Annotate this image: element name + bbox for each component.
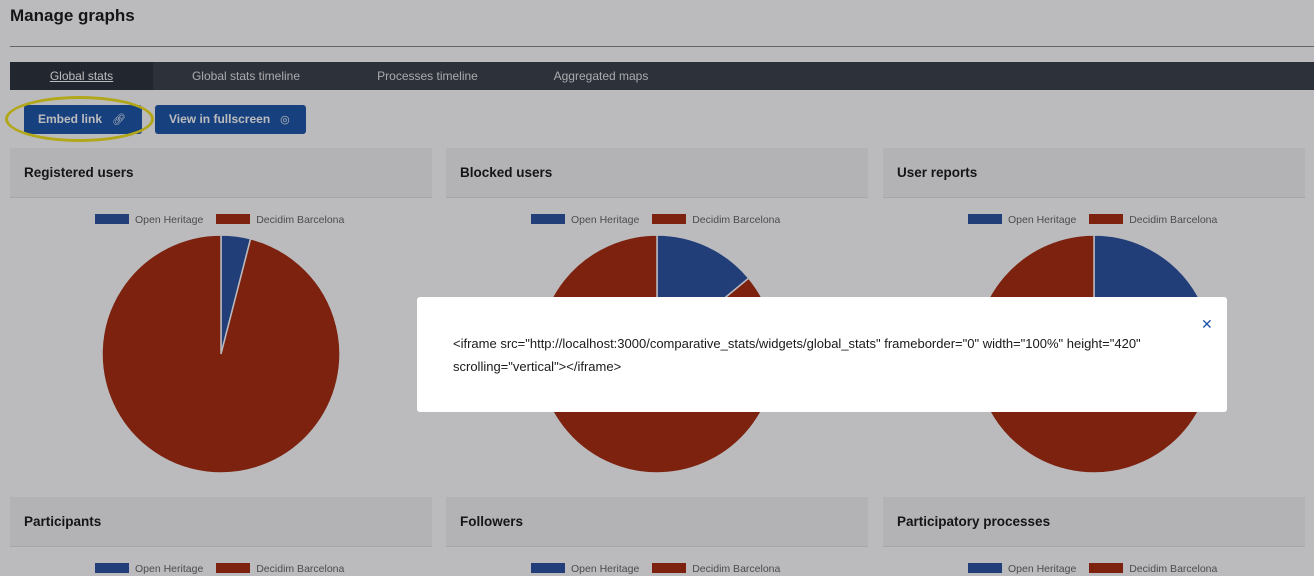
embed-code-text[interactable]: <iframe src="http://localhost:3000/compa…	[453, 332, 1198, 378]
embed-code-modal: <iframe src="http://localhost:3000/compa…	[417, 297, 1227, 412]
close-icon[interactable]: ✕	[1201, 316, 1213, 333]
modal-overlay[interactable]	[0, 0, 1314, 576]
